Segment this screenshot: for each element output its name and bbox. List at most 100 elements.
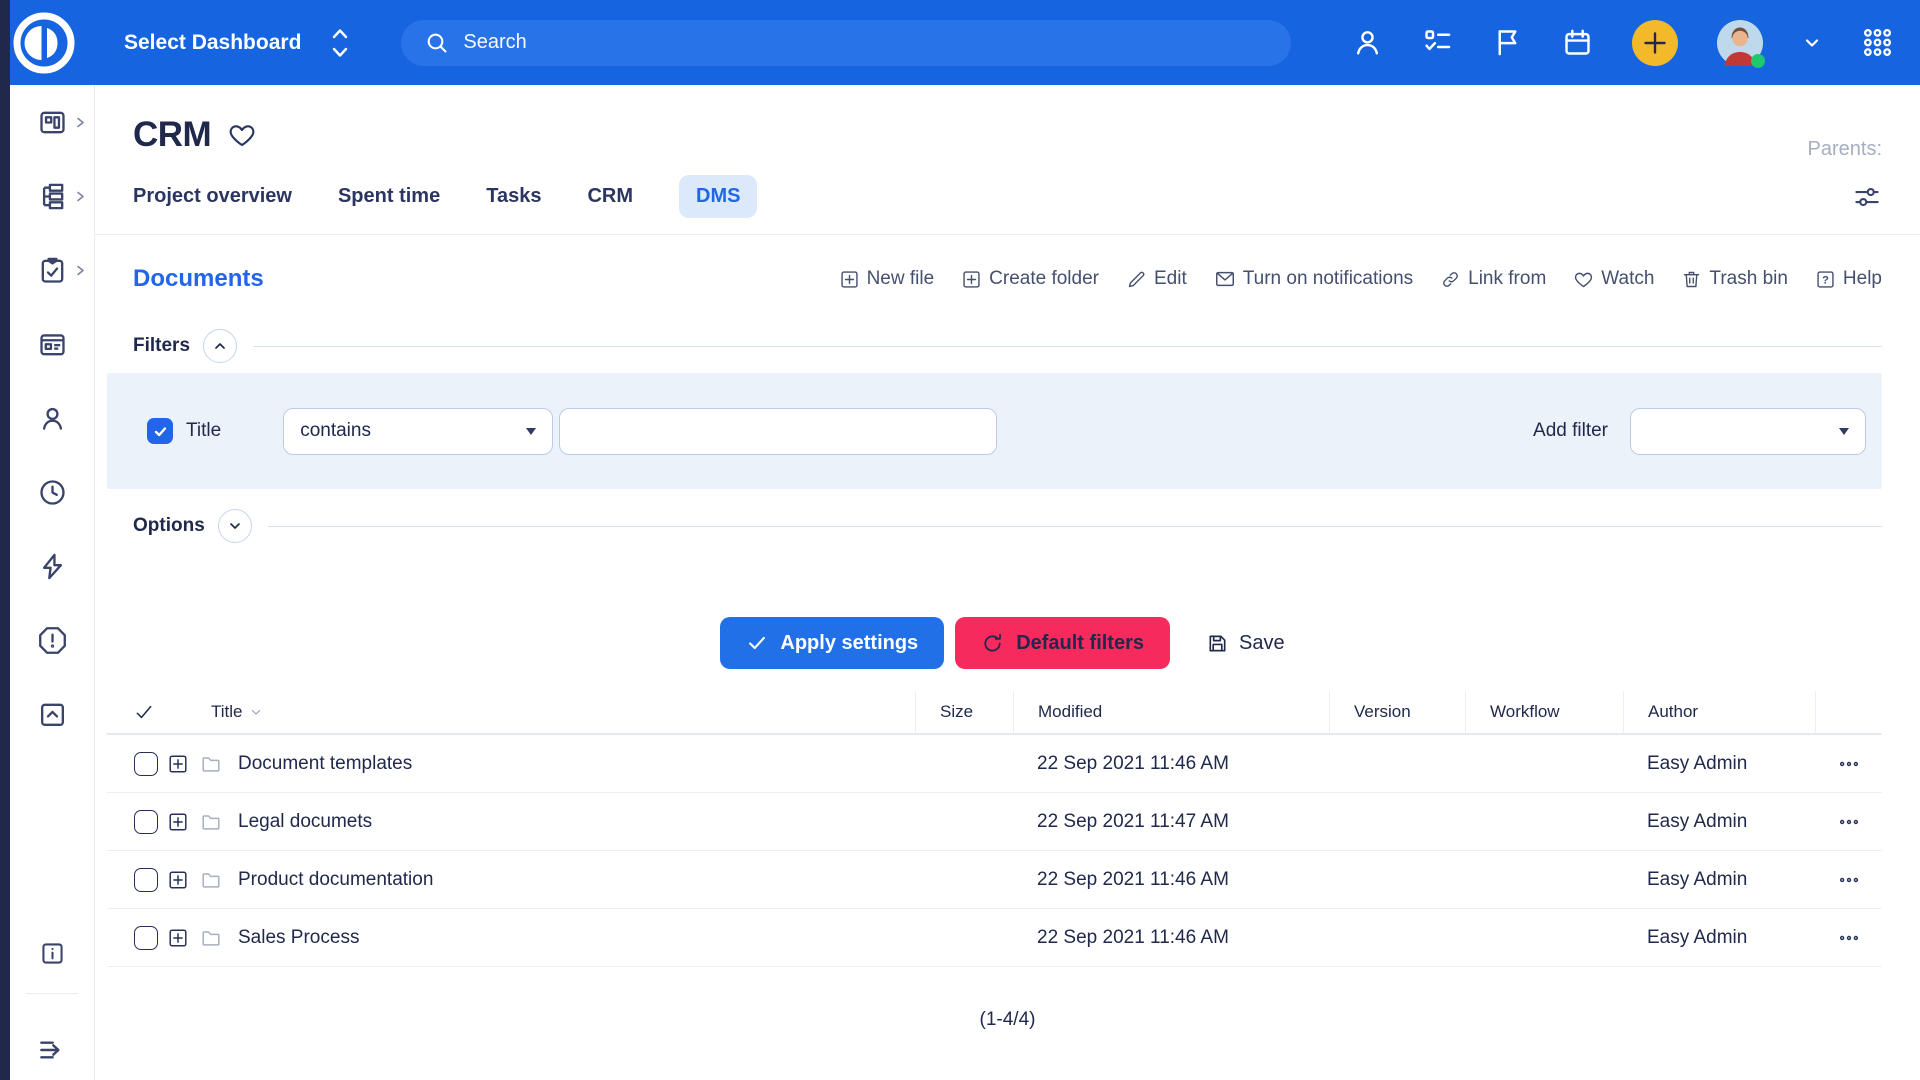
add-button[interactable] [1632, 20, 1678, 66]
folder-icon [200, 811, 222, 833]
chevron-right-icon[interactable] [74, 116, 87, 129]
help-button[interactable]: ? Help [1815, 268, 1882, 290]
cell-modified: 22 Sep 2021 11:46 AM [1013, 851, 1329, 908]
document-title-link[interactable]: Sales Process [238, 927, 359, 949]
column-header-workflow[interactable]: Workflow [1465, 691, 1623, 733]
page-title: CRM [133, 115, 211, 155]
watch-label: Watch [1601, 268, 1654, 290]
operator-select[interactable]: contains [283, 408, 553, 455]
refresh-icon [981, 632, 1004, 655]
chevron-right-icon[interactable] [74, 190, 87, 203]
row-checkbox[interactable] [134, 752, 158, 776]
column-header-modified[interactable]: Modified [1013, 691, 1329, 733]
chevron-down-icon[interactable] [1802, 33, 1822, 53]
new-file-button[interactable]: New file [839, 268, 935, 290]
filter-value-input[interactable] [559, 408, 997, 455]
watch-button[interactable]: Watch [1573, 268, 1654, 290]
apps-grid-icon[interactable] [1861, 26, 1894, 59]
sidebar-item-alerts[interactable] [10, 603, 94, 677]
tab-tasks[interactable]: Tasks [486, 185, 541, 208]
page-settings-sliders-icon[interactable] [1852, 182, 1882, 212]
expand-plus-icon[interactable] [167, 869, 189, 891]
row-checkbox[interactable] [134, 868, 158, 892]
apply-settings-button[interactable]: Apply settings [720, 617, 944, 669]
tasks-clipboard-icon [37, 255, 68, 286]
heart-icon [1573, 269, 1594, 290]
filters-collapse-button[interactable] [203, 329, 237, 363]
expand-plus-icon[interactable] [167, 753, 189, 775]
select-dashboard-button[interactable]: Select Dashboard [124, 31, 301, 55]
save-button[interactable]: Save [1196, 617, 1295, 669]
sidebar-item-project-tree[interactable] [10, 159, 94, 233]
add-filter-select[interactable] [1630, 408, 1866, 455]
link-from-button[interactable]: Link from [1440, 268, 1546, 290]
document-title-link[interactable]: Product documentation [238, 869, 433, 891]
sort-chevron-icon[interactable] [249, 705, 263, 719]
users-icon [37, 403, 68, 434]
row-actions-ellipsis-icon[interactable] [1838, 927, 1860, 949]
search-input[interactable] [463, 31, 1223, 54]
pencil-icon [1126, 269, 1147, 290]
create-folder-button[interactable]: Create folder [961, 268, 1099, 290]
document-title-link[interactable]: Legal documets [238, 811, 372, 833]
calendar-icon[interactable] [1562, 27, 1593, 58]
create-folder-label: Create folder [989, 268, 1099, 290]
row-actions-ellipsis-icon[interactable] [1838, 869, 1860, 891]
search-bar[interactable] [401, 20, 1291, 66]
new-file-label: New file [867, 268, 935, 290]
edit-button[interactable]: Edit [1126, 268, 1187, 290]
online-status-dot [1751, 54, 1765, 68]
cell-workflow [1465, 735, 1623, 792]
tab-spent-time[interactable]: Spent time [338, 185, 440, 208]
user-avatar[interactable] [1717, 20, 1763, 66]
row-checkbox[interactable] [134, 810, 158, 834]
tab-dms[interactable]: DMS [679, 175, 757, 218]
svg-text:?: ? [1822, 274, 1829, 286]
default-filters-button[interactable]: Default filters [955, 617, 1170, 669]
column-header-version[interactable]: Version [1329, 691, 1465, 733]
tab-project-overview[interactable]: Project overview [133, 185, 292, 208]
row-actions-ellipsis-icon[interactable] [1838, 753, 1860, 775]
select-all-check-icon[interactable] [134, 702, 154, 722]
sidebar-collapse-button[interactable] [10, 1034, 94, 1066]
title-filter-checkbox[interactable] [147, 418, 173, 444]
sidebar-item-users[interactable] [10, 381, 94, 455]
default-filters-label: Default filters [1016, 632, 1144, 655]
sidebar-item-modules[interactable] [10, 307, 94, 381]
sidebar-item-info[interactable] [10, 939, 94, 968]
expand-plus-icon[interactable] [167, 927, 189, 949]
sidebar-item-quick-actions[interactable] [10, 529, 94, 603]
documents-toolbar: New file Create folder Edit [839, 268, 1882, 290]
project-tabs: Project overview Spent time Tasks CRM DM… [133, 175, 1882, 234]
sidebar-item-time[interactable] [10, 455, 94, 529]
tab-crm[interactable]: CRM [587, 185, 633, 208]
trash-bin-button[interactable]: Trash bin [1681, 268, 1788, 290]
sidebar-item-upgrade[interactable] [10, 677, 94, 751]
column-header-author[interactable]: Author [1623, 691, 1815, 733]
operator-value: contains [300, 420, 371, 442]
profile-icon[interactable] [1352, 27, 1383, 58]
chevron-right-icon[interactable] [74, 264, 87, 277]
trash-icon [1681, 269, 1702, 290]
document-title-link[interactable]: Document templates [238, 753, 412, 775]
column-header-title[interactable]: Title [211, 702, 243, 722]
sidebar-item-tasks[interactable] [10, 233, 94, 307]
project-tree-icon [37, 181, 68, 212]
dashboard-swap-icon[interactable] [327, 26, 353, 60]
cell-modified: 22 Sep 2021 11:46 AM [1013, 909, 1329, 966]
row-checkbox[interactable] [134, 926, 158, 950]
checklist-icon[interactable] [1422, 27, 1453, 58]
turn-on-notifications-button[interactable]: Turn on notifications [1214, 268, 1413, 290]
apply-settings-label: Apply settings [780, 632, 918, 655]
expand-plus-icon[interactable] [167, 811, 189, 833]
favorite-heart-icon[interactable] [227, 120, 257, 150]
column-header-size[interactable]: Size [915, 691, 1013, 733]
sidebar [10, 85, 95, 1080]
sidebar-item-dashboard[interactable] [10, 85, 94, 159]
row-actions-ellipsis-icon[interactable] [1838, 811, 1860, 833]
logo-icon [12, 11, 76, 75]
app-logo[interactable] [0, 11, 88, 75]
flag-icon[interactable] [1492, 27, 1523, 58]
options-expand-button[interactable] [218, 509, 252, 543]
question-square-icon: ? [1815, 269, 1836, 290]
